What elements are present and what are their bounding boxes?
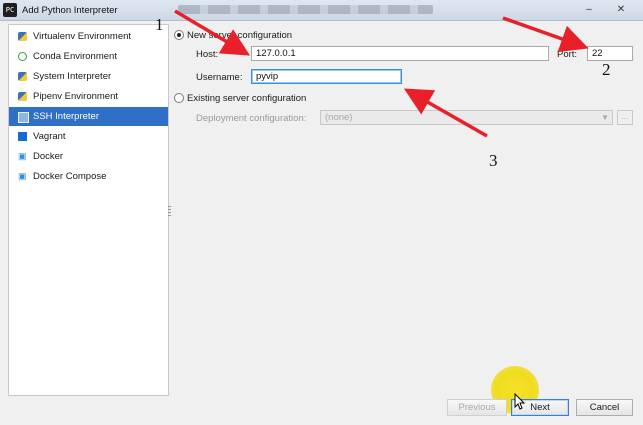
annotation-arrow-2	[502, 16, 589, 53]
mouse-pointer-icon	[514, 393, 526, 410]
annotation-arrow-3	[403, 88, 488, 138]
cancel-button[interactable]: Cancel	[576, 399, 633, 416]
previous-button[interactable]: Previous	[447, 399, 507, 416]
annotation-arrows	[174, 9, 589, 138]
annotation-arrow-1	[174, 9, 251, 56]
annotation-number-1: 1	[155, 15, 164, 34]
annotation-number-2: 2	[602, 60, 611, 79]
annotation-number-3: 3	[489, 151, 498, 170]
